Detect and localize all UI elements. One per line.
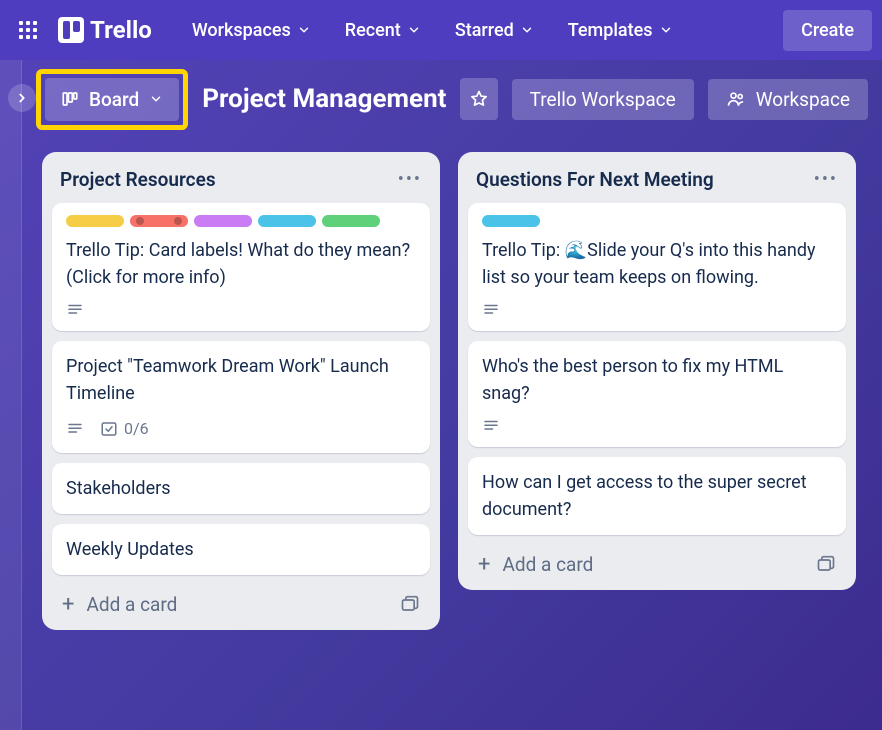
trello-logo-text: Trello	[90, 16, 152, 44]
chevron-down-icon	[520, 23, 534, 37]
chevron-down-icon	[407, 23, 421, 37]
add-card-label: Add a card	[86, 593, 177, 616]
card-text: Project "Teamwork Dream Work" Launch Tim…	[66, 353, 416, 407]
card[interactable]: Trello Tip: Card labels! What do they me…	[52, 203, 430, 331]
board-icon	[61, 90, 79, 108]
trello-logo-icon	[58, 17, 84, 43]
label-r[interactable]	[130, 215, 188, 227]
card-text: Stakeholders	[66, 475, 416, 502]
description-icon	[482, 301, 500, 319]
card-labels	[66, 215, 416, 227]
list: Questions For Next Meeting ••• Trello Tip:…	[458, 152, 856, 590]
board-header: Board Project Management Trello Workspac…	[0, 60, 882, 138]
list-menu-button[interactable]: •••	[398, 169, 422, 190]
card[interactable]: Project "Teamwork Dream Work" Launch Tim…	[52, 341, 430, 453]
list-header: Project Resources •••	[52, 164, 430, 193]
nav-label: Templates	[568, 20, 653, 41]
nav-templates[interactable]: Templates	[554, 10, 687, 51]
nav-recent[interactable]: Recent	[331, 10, 435, 51]
nav-label: Recent	[345, 20, 401, 41]
add-card-button[interactable]: + Add a card	[478, 553, 593, 576]
star-board-button[interactable]	[460, 78, 497, 120]
board-view-switcher[interactable]: Board	[45, 78, 179, 121]
add-card-label: Add a card	[502, 553, 593, 576]
nav-workspaces[interactable]: Workspaces	[178, 10, 325, 51]
nav-starred[interactable]: Starred	[441, 10, 548, 51]
view-label: Board	[89, 88, 139, 111]
label-p[interactable]	[194, 215, 252, 227]
people-icon	[726, 89, 746, 109]
card-template-button[interactable]	[816, 555, 836, 575]
card-badges	[66, 301, 416, 319]
nav-label: Workspaces	[192, 20, 291, 41]
board-canvas[interactable]: Project Resources ••• Trello Tip: Card lab…	[0, 138, 882, 730]
chevron-down-icon	[149, 92, 163, 106]
sidebar-expand-button[interactable]	[8, 84, 36, 112]
card-badges: 0/6	[66, 417, 416, 441]
card-badges	[482, 417, 832, 435]
description-icon	[482, 417, 500, 435]
nav-label: Starred	[455, 20, 514, 41]
list-header: Questions For Next Meeting •••	[468, 164, 846, 193]
visibility-pill[interactable]: Workspace	[708, 79, 868, 120]
sidebar-rail	[0, 60, 22, 730]
checklist-count: 0/6	[124, 417, 149, 441]
create-label: Create	[801, 20, 854, 41]
list-title[interactable]: Project Resources	[60, 168, 216, 191]
add-card-row: + Add a card	[52, 585, 430, 620]
description-icon	[66, 420, 84, 438]
label-b[interactable]	[482, 215, 540, 227]
label-y[interactable]	[66, 215, 124, 227]
plus-icon: +	[478, 554, 490, 576]
card-labels	[482, 215, 832, 227]
card-template-button[interactable]	[400, 595, 420, 615]
card[interactable]: Trello Tip: 🌊Slide your Q's into this ha…	[468, 203, 846, 331]
list: Project Resources ••• Trello Tip: Card lab…	[42, 152, 440, 630]
label-g[interactable]	[322, 215, 380, 227]
card-text: Weekly Updates	[66, 536, 416, 563]
add-card-row: + Add a card	[468, 545, 846, 580]
add-card-button[interactable]: + Add a card	[62, 593, 177, 616]
card[interactable]: How can I get access to the super secret…	[468, 457, 846, 535]
card-text: Trello Tip: 🌊Slide your Q's into this ha…	[482, 237, 832, 291]
chevron-down-icon	[297, 23, 311, 37]
label-b[interactable]	[258, 215, 316, 227]
card[interactable]: Weekly Updates	[52, 524, 430, 575]
list-title[interactable]: Questions For Next Meeting	[476, 168, 714, 191]
workspace-pill[interactable]: Trello Workspace	[512, 79, 694, 120]
app-switcher-icon[interactable]	[10, 12, 46, 48]
top-navigation: Trello Workspaces Recent Starred Templat…	[0, 0, 882, 60]
card-badges	[482, 301, 832, 319]
trello-logo[interactable]: Trello	[58, 16, 152, 44]
highlight-annotation: Board	[36, 69, 188, 130]
card-text: Trello Tip: Card labels! What do they me…	[66, 237, 416, 291]
workspace-name: Trello Workspace	[530, 88, 676, 111]
card[interactable]: Stakeholders	[52, 463, 430, 514]
card-text: Who's the best person to fix my HTML sna…	[482, 353, 832, 407]
checklist-badge: 0/6	[100, 417, 149, 441]
description-icon	[66, 301, 84, 319]
card[interactable]: Who's the best person to fix my HTML sna…	[468, 341, 846, 447]
chevron-right-icon	[15, 91, 29, 105]
list-menu-button[interactable]: •••	[814, 169, 838, 190]
visibility-label: Workspace	[756, 88, 850, 111]
chevron-down-icon	[659, 23, 673, 37]
board-title[interactable]: Project Management	[202, 84, 446, 114]
create-button[interactable]: Create	[783, 10, 872, 51]
card-text: How can I get access to the super secret…	[482, 469, 832, 523]
star-icon	[469, 89, 489, 109]
plus-icon: +	[62, 594, 74, 616]
